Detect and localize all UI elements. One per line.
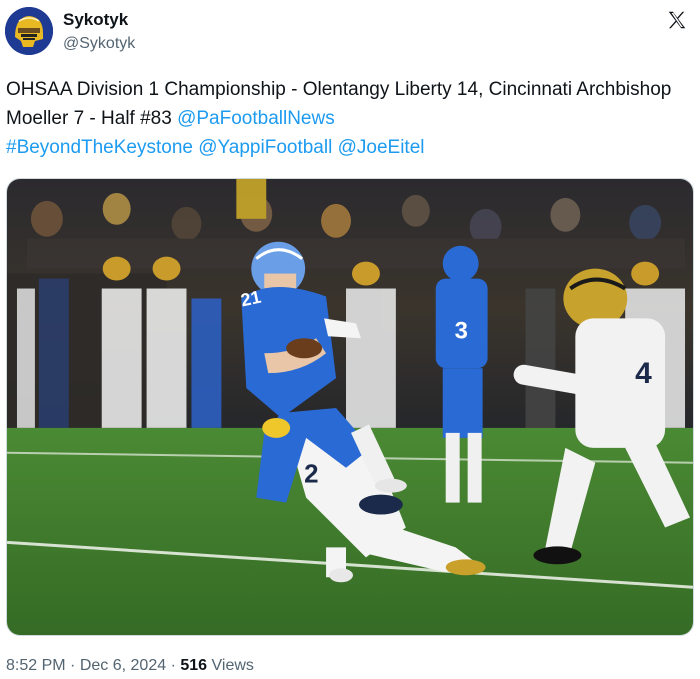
jersey-number-3: 3: [455, 317, 468, 344]
meta-separator: ·: [170, 657, 176, 674]
tweet-text-main: OHSAA Division 1 Championship - Olentang…: [6, 79, 672, 129]
x-logo-icon[interactable]: [666, 9, 688, 31]
author-avatar[interactable]: [5, 7, 53, 55]
mention-pafootballnews[interactable]: @PaFootballNews: [177, 108, 335, 129]
tweet-card: Sykotyk @Sykotyk OHSAA Division 1 Champi…: [0, 0, 700, 679]
jersey-number-4: 4: [635, 357, 652, 390]
mention-yappifootball[interactable]: @YappiFootball: [198, 137, 332, 158]
jersey-number-2: 2: [304, 461, 318, 489]
hashtag-beyondthekeystone[interactable]: #BeyondTheKeystone: [6, 137, 193, 158]
meta-separator: ·: [70, 657, 76, 674]
tweet-text: OHSAA Division 1 Championship - Olentang…: [6, 75, 686, 162]
football-action-photo: 3 4 2 21: [7, 179, 693, 635]
helmet-avatar-icon: [5, 7, 53, 55]
views-count[interactable]: 516: [180, 657, 207, 674]
tweet-meta: 8:52 PM · Dec 6, 2024 · 516 Views: [6, 657, 254, 675]
post-time[interactable]: 8:52 PM: [6, 657, 66, 674]
views-label: Views: [211, 657, 254, 674]
post-date[interactable]: Dec 6, 2024: [80, 657, 166, 674]
author-display-name[interactable]: Sykotyk: [63, 10, 128, 30]
mention-joeeitel[interactable]: @JoeEitel: [338, 137, 425, 158]
jersey-number-21: 21: [239, 287, 263, 311]
author-handle[interactable]: @Sykotyk: [63, 35, 135, 53]
tweet-photo[interactable]: 3 4 2 21: [6, 178, 694, 636]
